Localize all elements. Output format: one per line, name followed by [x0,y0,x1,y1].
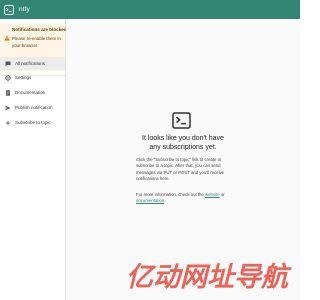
sidebar-item-publish-notification[interactable]: Publish notification [0,101,65,114]
app-title: ntfy [19,6,30,13]
watermark-logo: 亿动网址导航 [126,262,292,292]
send-icon [2,102,14,114]
watermark-text: 亿动网址导航 [126,262,292,292]
sidebar-item-subscribe-to-topic[interactable]: Subscribe to topic [0,116,65,129]
empty-state-instructions: Click the "Subscribe to topic" link to c… [136,157,225,181]
document-icon [2,87,14,99]
alert-body: Please re-enable them in your browser [12,36,61,48]
more-info-middle: or [220,192,225,197]
empty-state-more-info: For more information, check out the webs… [136,192,232,205]
sidebar-item-documentation[interactable]: Documentation [0,86,65,99]
sidebar-item-label: Documentation [15,90,46,95]
chat-bubble-icon [2,58,14,70]
sidebar-item-label: All notifications [15,61,46,66]
terminal-icon [172,112,191,129]
gear-icon [2,72,14,84]
sidebar-item-settings[interactable]: Settings [0,71,65,84]
ntfy-logo-icon [4,4,14,15]
plus-icon [2,117,14,129]
website-link[interactable]: website [205,192,220,197]
sidebar-item-label: Settings [15,75,32,80]
empty-state-title: It looks like you don't have any subscri… [142,135,224,151]
sidebar-item-label: Publish notification [15,105,53,110]
documentation-link[interactable]: documentation [136,198,164,203]
alert-title: Notifications are blocked [12,27,67,32]
sidebar: Notifications are blocked Please re-enab… [0,19,67,300]
top-app-bar: ntfy [0,0,300,19]
more-info-prefix: For more information, check out the [136,192,204,197]
sidebar-item-all-notifications[interactable]: All notifications [0,57,65,70]
warning-icon [4,28,10,41]
more-info-suffix: . [164,198,166,204]
sidebar-item-label: Subscribe to topic [15,120,51,125]
